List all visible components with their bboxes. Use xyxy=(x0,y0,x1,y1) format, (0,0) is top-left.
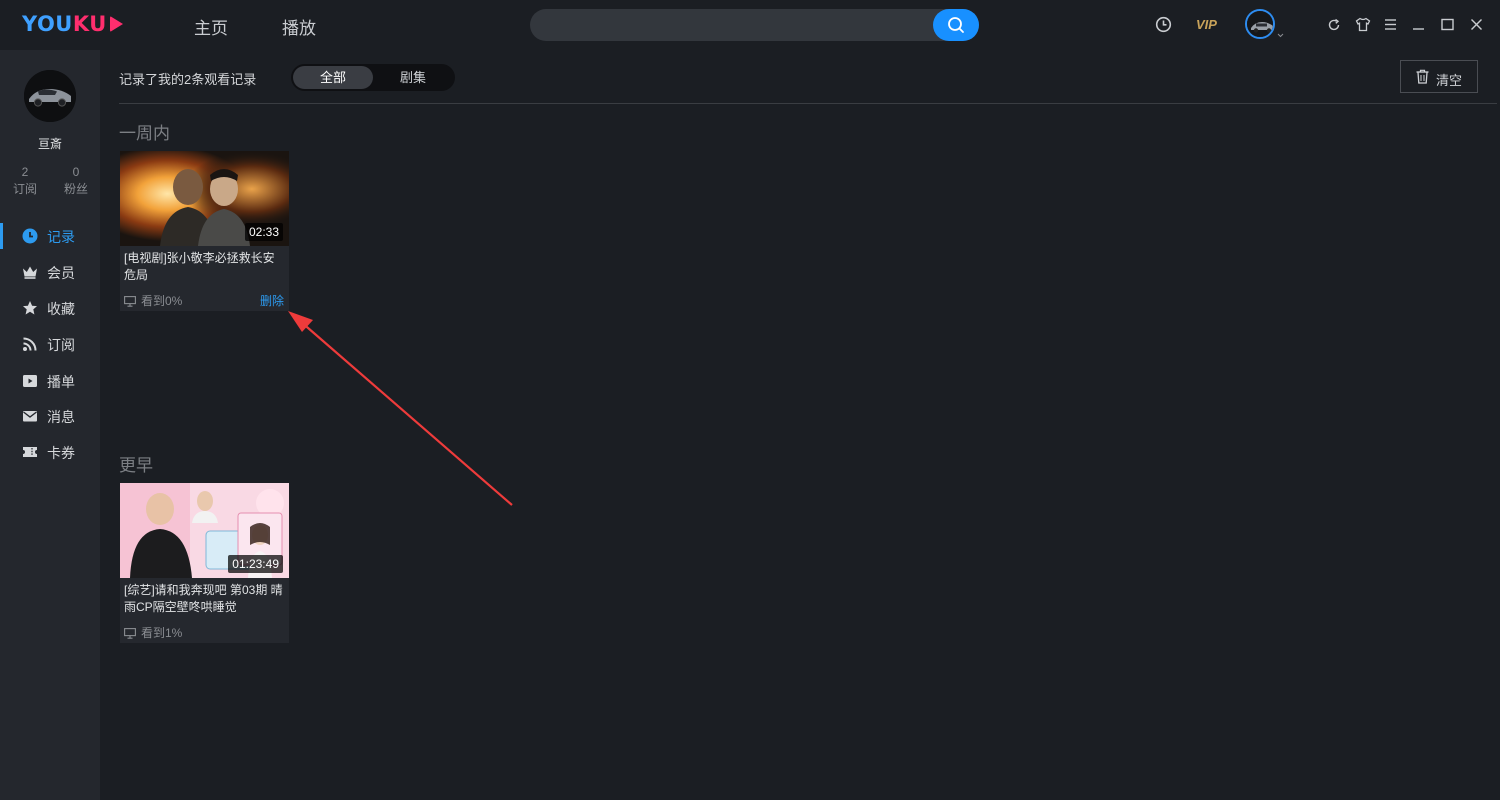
monitor-icon xyxy=(124,296,136,307)
annotation-arrow xyxy=(288,311,513,506)
video-title[interactable]: [综艺]请和我奔现吧 第03期 晴雨CP隔空壁咚哄睡觉 xyxy=(124,582,284,616)
maximize-icon[interactable] xyxy=(1441,18,1454,31)
logo-text-ku: KU xyxy=(72,12,107,36)
star-icon xyxy=(23,301,37,315)
section-title-earlier: 更早 xyxy=(119,456,153,475)
clock-icon xyxy=(22,228,38,244)
video-duration: 02:33 xyxy=(244,223,283,241)
sidebar-item-coupons[interactable]: 卡券 xyxy=(0,439,100,465)
stat-fans[interactable]: 0 粉丝 xyxy=(56,164,96,198)
nav-home[interactable]: 主页 xyxy=(194,14,228,39)
stat-label: 订阅 xyxy=(12,182,37,196)
header-divider xyxy=(119,103,1497,104)
nav-play[interactable]: 播放 xyxy=(282,14,316,39)
sidebar-item-playlists[interactable]: 播单 xyxy=(0,368,100,394)
sidebar-item-messages[interactable]: 消息 xyxy=(0,403,100,429)
video-title[interactable]: [电视剧]张小敬李必拯救长安危局 xyxy=(124,250,284,284)
filter-toggle: 全部 剧集 xyxy=(291,64,455,91)
history-clock-icon[interactable] xyxy=(1155,16,1172,33)
filter-tab-series[interactable]: 剧集 xyxy=(373,66,453,89)
clear-history-button[interactable]: 清空 xyxy=(1400,60,1478,93)
user-avatar[interactable] xyxy=(24,70,76,122)
history-card[interactable]: 01:23:49 [综艺]请和我奔现吧 第03期 晴雨CP隔空壁咚哄睡觉 看到1… xyxy=(120,483,289,643)
monitor-icon xyxy=(124,628,136,639)
video-thumbnail[interactable]: 02:33 xyxy=(120,151,289,246)
ticket-icon xyxy=(23,447,37,457)
delete-button[interactable]: 删除 xyxy=(260,292,284,309)
stat-label: 粉丝 xyxy=(63,182,88,196)
logo-play-icon xyxy=(109,16,123,32)
crown-icon xyxy=(23,266,37,279)
watch-progress: 看到1% xyxy=(124,624,182,641)
sidebar: 亘斎 2 订阅 0 粉丝 记录 会员 收藏 订阅 播单 消息 卡券 xyxy=(0,50,100,800)
sidebar-item-label: 卡券 xyxy=(47,445,75,461)
username[interactable]: 亘斎 xyxy=(0,135,100,152)
search-button[interactable] xyxy=(933,9,979,41)
trash-icon xyxy=(1416,69,1429,84)
menu-icon[interactable] xyxy=(1384,18,1397,31)
sidebar-item-membership[interactable]: 会员 xyxy=(0,259,100,285)
sidebar-item-label: 播单 xyxy=(47,374,75,390)
stat-value: 0 xyxy=(72,165,80,179)
watch-progress-text: 看到1% xyxy=(141,626,183,640)
video-thumbnail[interactable]: 01:23:49 xyxy=(120,483,289,578)
clear-button-label: 清空 xyxy=(1436,73,1463,88)
user-avatar-top[interactable] xyxy=(1245,9,1275,39)
sidebar-item-label: 会员 xyxy=(47,265,75,281)
vip-label[interactable]: VIP xyxy=(1196,17,1217,32)
minimize-icon[interactable] xyxy=(1412,18,1425,31)
video-duration: 01:23:49 xyxy=(228,555,283,573)
youku-logo[interactable]: YOUKU xyxy=(22,12,123,36)
car-avatar-image xyxy=(1247,11,1273,37)
refresh-icon[interactable] xyxy=(1327,18,1341,32)
sidebar-item-history[interactable]: 记录 xyxy=(0,223,100,249)
sidebar-item-label: 消息 xyxy=(47,409,75,425)
car-avatar-image xyxy=(24,70,76,122)
playlist-icon xyxy=(23,375,37,387)
logo-text-you: YOU xyxy=(22,12,73,36)
watch-progress-text: 看到0% xyxy=(141,294,183,308)
stat-value: 2 xyxy=(21,165,29,179)
sidebar-item-subscriptions[interactable]: 订阅 xyxy=(0,331,100,357)
history-card[interactable]: 02:33 [电视剧]张小敬李必拯救长安危局 看到0% 删除 xyxy=(120,151,289,311)
record-count-text: 记录了我的2条观看记录 xyxy=(119,72,257,87)
close-icon[interactable] xyxy=(1470,18,1483,31)
top-bar: YOUKU 主页 播放 VIP xyxy=(0,0,1500,50)
search-bar xyxy=(530,9,979,41)
filter-tab-all[interactable]: 全部 xyxy=(293,66,373,89)
skin-shirt-icon[interactable] xyxy=(1355,17,1371,32)
search-icon xyxy=(948,17,964,33)
mail-icon xyxy=(23,411,37,422)
search-input[interactable] xyxy=(546,15,930,37)
sidebar-item-label: 订阅 xyxy=(47,337,75,353)
sidebar-item-label: 记录 xyxy=(47,229,75,245)
sidebar-item-favorites[interactable]: 收藏 xyxy=(0,295,100,321)
section-title-this-week: 一周内 xyxy=(119,124,170,143)
chevron-down-icon[interactable] xyxy=(1277,33,1284,38)
stat-subscriptions[interactable]: 2 订阅 xyxy=(5,164,45,198)
rss-icon xyxy=(23,337,37,351)
watch-progress: 看到0% xyxy=(124,292,182,309)
sidebar-item-label: 收藏 xyxy=(47,301,75,317)
